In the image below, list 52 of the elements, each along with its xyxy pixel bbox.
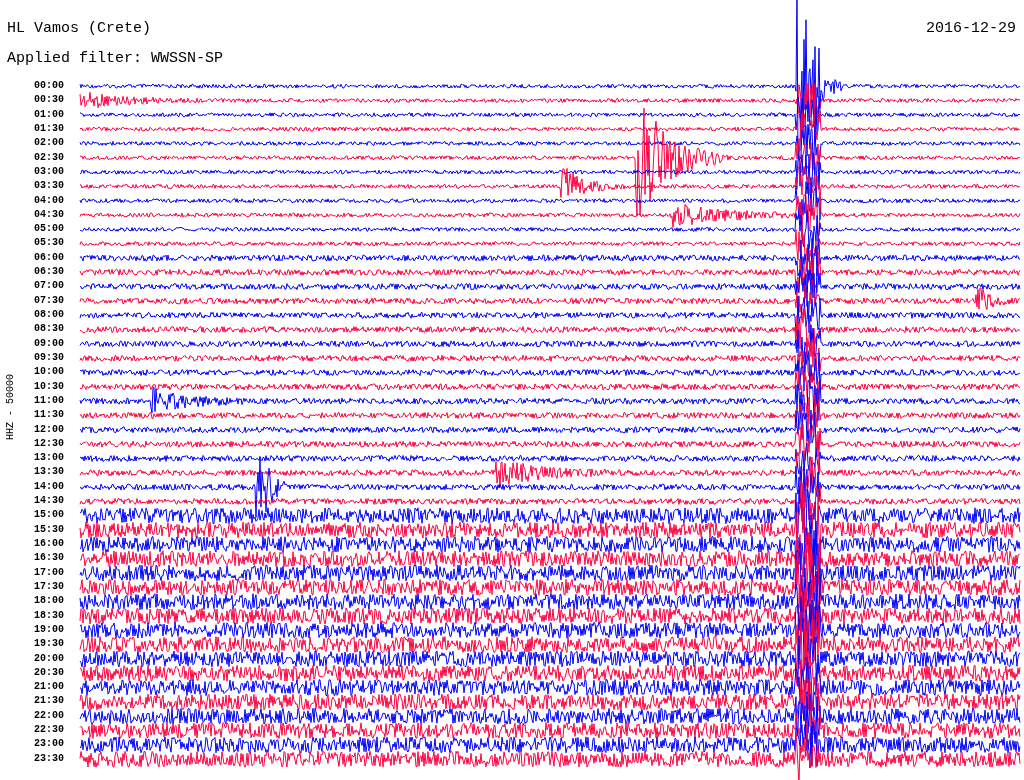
time-label: 07:30 [33, 293, 64, 308]
time-label: 19:00 [33, 622, 64, 637]
station-title: HL Vamos (Crete) [7, 20, 152, 37]
time-label: 21:00 [33, 680, 64, 695]
time-label: 03:00 [33, 164, 64, 179]
time-label: 01:30 [33, 121, 64, 136]
axis-label: HHZ - 50000 [4, 374, 16, 440]
time-label: 19:30 [33, 637, 64, 652]
time-label: 20:30 [33, 665, 64, 680]
time-label: 17:00 [33, 565, 64, 580]
time-label: 23:00 [33, 737, 64, 752]
time-label: 01:00 [33, 107, 64, 122]
time-label: 12:00 [33, 422, 64, 437]
time-label: 17:30 [33, 579, 64, 594]
time-label: 15:00 [33, 508, 64, 523]
time-label: 13:00 [33, 451, 64, 466]
time-label: 05:30 [33, 236, 64, 251]
time-label: 04:30 [33, 207, 64, 222]
time-label: 22:00 [33, 708, 64, 723]
time-label: 23:30 [33, 751, 64, 766]
time-label: 03:30 [33, 179, 64, 194]
time-label: 15:30 [33, 522, 64, 537]
time-label: 12:30 [33, 436, 64, 451]
filter-label: Applied filter: WWSSN-SP [7, 50, 224, 67]
time-label: 22:30 [33, 723, 64, 738]
time-label: 09:30 [33, 350, 64, 365]
time-label: 10:00 [33, 365, 64, 380]
time-label: 00:00 [33, 79, 64, 93]
date-label: 2016-12-29 [926, 20, 1016, 37]
time-label: 05:00 [33, 222, 64, 237]
time-label: 08:00 [33, 308, 64, 322]
time-label: 06:30 [33, 265, 64, 280]
time-label: 14:00 [33, 479, 64, 494]
time-label: 20:00 [33, 651, 64, 666]
time-label: 18:00 [33, 594, 64, 609]
time-label: 00:30 [33, 93, 64, 108]
time-label: 02:00 [33, 136, 64, 151]
time-label: 16:30 [33, 551, 64, 566]
time-label: 11:00 [33, 393, 64, 408]
time-label: 04:00 [33, 193, 64, 208]
time-label: 08:30 [33, 322, 64, 337]
time-label: 18:30 [33, 608, 64, 623]
time-label: 14:30 [33, 494, 64, 509]
time-label: 16:00 [33, 537, 64, 551]
time-label: 21:30 [33, 694, 64, 709]
time-label: 02:30 [33, 150, 64, 165]
time-label: 10:30 [33, 379, 64, 394]
time-label: 06:00 [33, 250, 64, 265]
time-label: 07:00 [33, 279, 64, 294]
time-label: 13:30 [33, 465, 64, 480]
time-label: 09:00 [33, 336, 64, 351]
time-label: 11:30 [33, 408, 64, 423]
